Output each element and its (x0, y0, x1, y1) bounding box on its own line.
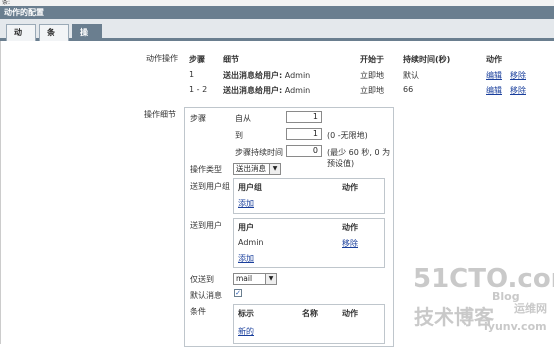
watermark-text: 技术博客 (414, 305, 494, 329)
step-to-input[interactable]: 1 (286, 128, 322, 140)
action-operations-label: 动作操作 (146, 54, 178, 63)
groups-header-group: 用户组 (238, 183, 262, 192)
users-table: 用户 动作 Admin 移除 添加 (233, 218, 385, 268)
row-2-duration: 66 (403, 85, 414, 94)
row-1-start: 立即地 (360, 71, 384, 80)
row-2-remove-link[interactable]: 移除 (510, 85, 526, 96)
cond-header-tag: 标示 (238, 309, 254, 318)
send-to-users-label: 送到用户 (190, 221, 222, 230)
row-1-detail-bold: 送出消息给用户: (223, 71, 283, 80)
users-header-action: 动作 (342, 223, 358, 232)
to-hint: (0 -无限地) (327, 131, 368, 140)
header-detail: 细节 (223, 55, 239, 64)
groups-header-action: 动作 (342, 183, 358, 192)
row-2-detail: 送出消息给用户: Admin (223, 85, 310, 96)
tab-conditions[interactable]: 条件 (39, 24, 69, 52)
chevron-down-icon: ▼ (265, 274, 276, 284)
header-action: 动作 (486, 55, 502, 64)
operation-type-select[interactable]: 送出消息 ▼ (233, 163, 281, 175)
row-1-duration: 默认 (403, 71, 419, 80)
cond-header-name: 名称 (302, 309, 318, 318)
tab-bar: 动作 条件 操作 (0, 19, 554, 52)
row-2-detail-user: Admin (284, 86, 311, 95)
send-to-groups-label: 送到用户组 (190, 182, 230, 191)
row-2-edit-link[interactable]: 编辑 (486, 85, 502, 96)
step-duration-label: 步骤持续时间 (235, 148, 283, 157)
steps-label: 步骤 (190, 114, 206, 123)
step-duration-input[interactable]: 0 (286, 145, 322, 157)
step-from-input[interactable]: 1 (286, 111, 322, 123)
user-row-remove-link[interactable]: 移除 (342, 238, 358, 249)
user-row-name: Admin (238, 238, 264, 247)
only-to-label: 仅送到 (190, 275, 214, 284)
row-1-detail: 送出消息给用户: Admin (223, 70, 310, 81)
watermark-site: 运维网 (514, 302, 547, 315)
row-1-edit-link[interactable]: 编辑 (486, 70, 502, 81)
only-to-select[interactable]: mail ▼ (233, 273, 277, 285)
row-1-detail-user: Admin (284, 71, 311, 80)
operations-table: 步骤 细节 开始于 持续时间(秒) 动作 1 送出消息给用户: Admin 立即… (187, 51, 532, 99)
default-message-label: 默认消息 (190, 291, 222, 300)
header-start: 开始于 (360, 55, 384, 64)
watermark-logo: 51CTO.com (413, 264, 554, 294)
watermark-url: iyunv.com (484, 320, 547, 333)
default-message-checkbox[interactable]: ✓ (234, 289, 242, 297)
row-1-step: 1 (189, 70, 195, 79)
header-duration: 持续时间(秒) (403, 55, 451, 64)
add-user-link[interactable]: 添加 (238, 253, 254, 264)
only-to-value: mail (236, 274, 253, 283)
cond-header-action: 动作 (342, 309, 358, 318)
operation-details-box: 步骤 自从 1 到 1 (0 -无限地) 步骤持续时间 0 (最少 60 秒, … (184, 107, 394, 347)
row-2-step: 1 - 2 (189, 85, 208, 94)
operations-panel: 动作操作 步骤 细节 开始于 持续时间(秒) 动作 1 送出消息给用户: Adm… (0, 41, 554, 347)
user-groups-table: 用户组 动作 添加 (233, 178, 385, 214)
to-label: 到 (235, 131, 243, 140)
operation-details-label: 操作细节 (144, 110, 176, 119)
window-title: 动作的配置 (0, 6, 554, 19)
conditions-table: 标示 名称 动作 新的 (233, 304, 385, 344)
operation-type-value: 送出消息 (236, 164, 266, 173)
new-condition-link[interactable]: 新的 (238, 326, 254, 337)
add-group-link[interactable]: 添加 (238, 198, 254, 209)
header-step: 步骤 (189, 55, 205, 64)
operation-type-label: 操作类型 (190, 165, 222, 174)
row-2-start: 立即地 (360, 86, 384, 95)
users-header-user: 用户 (238, 223, 254, 232)
row-1-remove-link[interactable]: 移除 (510, 70, 526, 81)
duration-hint: (最少 60 秒, 0 为预设值) (327, 148, 391, 168)
tab-operations[interactable]: 操作 (72, 24, 102, 52)
conditions-label: 条件 (190, 307, 206, 316)
chevron-down-icon: ▼ (269, 164, 280, 174)
from-label: 自从 (235, 114, 251, 123)
tab-action[interactable]: 动作 (6, 24, 36, 52)
row-2-detail-bold: 送出消息给用户: (223, 86, 283, 95)
